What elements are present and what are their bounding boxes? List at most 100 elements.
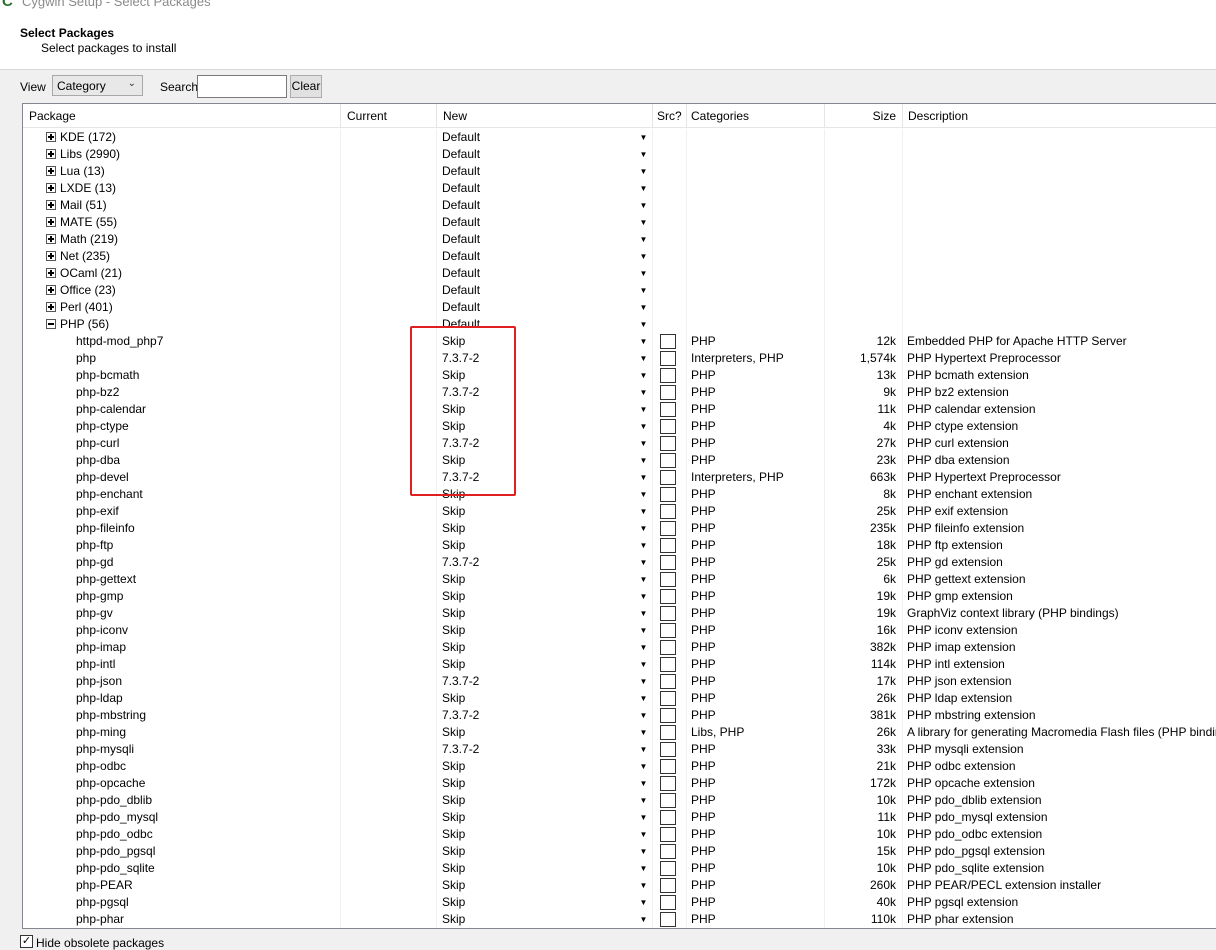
dropdown-arrow-icon[interactable]: ▼ xyxy=(636,181,651,196)
table-row[interactable]: php-json 7.3.7-2 PHP 17k PHP json extension ▼ xyxy=(23,673,1216,690)
dropdown-arrow-icon[interactable]: ▼ xyxy=(636,572,651,587)
dropdown-arrow-icon[interactable]: ▼ xyxy=(636,844,651,859)
src-checkbox[interactable] xyxy=(660,844,676,859)
new-action-select[interactable]: Skip xyxy=(437,758,653,775)
table-row[interactable]: php-ldap Skip PHP 26k PHP ldap extension ▼ xyxy=(23,690,1216,707)
new-action-select[interactable]: Skip xyxy=(437,605,653,622)
dropdown-arrow-icon[interactable]: ▼ xyxy=(636,402,651,417)
expand-icon[interactable] xyxy=(46,200,56,210)
table-row[interactable]: php-calendar Skip PHP 11k PHP calendar exten… xyxy=(23,401,1216,418)
new-action-select[interactable]: Skip xyxy=(437,520,653,537)
table-row[interactable]: php-curl 7.3.7-2 PHP 27k PHP curl extension ▼ xyxy=(23,435,1216,452)
src-checkbox[interactable] xyxy=(660,453,676,468)
view-select[interactable]: Category ⌄ xyxy=(52,75,143,96)
column-header-current[interactable]: Current xyxy=(341,104,437,128)
new-action-select[interactable]: Default xyxy=(437,231,653,248)
new-action-select[interactable]: Default xyxy=(437,129,653,146)
table-row[interactable]: php-pdo_sqlite Skip PHP 10k PHP pdo_sqlite e… xyxy=(23,860,1216,877)
clear-button[interactable]: Clear xyxy=(290,75,322,98)
table-row[interactable]: php-mbstring 7.3.7-2 PHP 381k PHP mbstring e… xyxy=(23,707,1216,724)
new-action-select[interactable]: Skip xyxy=(437,639,653,656)
dropdown-arrow-icon[interactable]: ▼ xyxy=(636,725,651,740)
table-row[interactable]: php-pdo_pgsql Skip PHP 15k PHP pdo_pgsql ext… xyxy=(23,843,1216,860)
dropdown-arrow-icon[interactable]: ▼ xyxy=(636,487,651,502)
category-row[interactable]: LXDE (13) Default ▼ xyxy=(23,180,1216,197)
src-checkbox[interactable] xyxy=(660,589,676,604)
src-checkbox[interactable] xyxy=(660,810,676,825)
dropdown-arrow-icon[interactable]: ▼ xyxy=(636,759,651,774)
src-checkbox[interactable] xyxy=(660,385,676,400)
dropdown-arrow-icon[interactable]: ▼ xyxy=(636,300,651,315)
new-action-select[interactable]: Skip xyxy=(437,486,653,503)
dropdown-arrow-icon[interactable]: ▼ xyxy=(636,334,651,349)
dropdown-arrow-icon[interactable]: ▼ xyxy=(636,555,651,570)
table-row[interactable]: php-enchant Skip PHP 8k PHP enchant extensio… xyxy=(23,486,1216,503)
table-row[interactable]: php-gettext Skip PHP 6k PHP gettext extensio… xyxy=(23,571,1216,588)
dropdown-arrow-icon[interactable]: ▼ xyxy=(636,810,651,825)
column-header-src[interactable]: Src? xyxy=(653,104,687,128)
new-action-select[interactable]: Skip xyxy=(437,809,653,826)
dropdown-arrow-icon[interactable]: ▼ xyxy=(636,385,651,400)
table-row[interactable]: php-ming Skip Libs, PHP 26k A library for ge… xyxy=(23,724,1216,741)
column-header-size[interactable]: Size xyxy=(825,104,903,128)
dropdown-arrow-icon[interactable]: ▼ xyxy=(636,708,651,723)
new-action-select[interactable]: 7.3.7-2 xyxy=(437,435,653,452)
table-row[interactable]: php-gd 7.3.7-2 PHP 25k PHP gd extension ▼ xyxy=(23,554,1216,571)
new-action-select[interactable]: Skip xyxy=(437,894,653,911)
new-action-select[interactable]: 7.3.7-2 xyxy=(437,707,653,724)
src-checkbox[interactable] xyxy=(660,504,676,519)
dropdown-arrow-icon[interactable]: ▼ xyxy=(636,368,651,383)
src-checkbox[interactable] xyxy=(660,674,676,689)
dropdown-arrow-icon[interactable]: ▼ xyxy=(636,912,651,927)
search-input[interactable] xyxy=(197,75,287,98)
expand-icon[interactable] xyxy=(46,251,56,261)
dropdown-arrow-icon[interactable]: ▼ xyxy=(636,861,651,876)
new-action-select[interactable]: Skip xyxy=(437,826,653,843)
column-header-description[interactable]: Description xyxy=(903,104,1216,128)
dropdown-arrow-icon[interactable]: ▼ xyxy=(636,283,651,298)
category-row[interactable]: Perl (401) Default ▼ xyxy=(23,299,1216,316)
src-checkbox[interactable] xyxy=(660,725,676,740)
dropdown-arrow-icon[interactable]: ▼ xyxy=(636,453,651,468)
src-checkbox[interactable] xyxy=(660,419,676,434)
category-row[interactable]: Mail (51) Default ▼ xyxy=(23,197,1216,214)
src-checkbox[interactable] xyxy=(660,742,676,757)
new-action-select[interactable]: Default xyxy=(437,282,653,299)
hide-obsolete-checkbox[interactable]: ✓ xyxy=(20,935,33,948)
category-row[interactable]: Office (23) Default ▼ xyxy=(23,282,1216,299)
expand-icon[interactable] xyxy=(46,149,56,159)
dropdown-arrow-icon[interactable]: ▼ xyxy=(636,504,651,519)
column-header-package[interactable]: Package xyxy=(23,104,341,128)
dropdown-arrow-icon[interactable]: ▼ xyxy=(636,232,651,247)
src-checkbox[interactable] xyxy=(660,912,676,927)
src-checkbox[interactable] xyxy=(660,640,676,655)
table-row[interactable]: php-pdo_mysql Skip PHP 11k PHP pdo_mysql ext… xyxy=(23,809,1216,826)
src-checkbox[interactable] xyxy=(660,657,676,672)
new-action-select[interactable]: 7.3.7-2 xyxy=(437,384,653,401)
src-checkbox[interactable] xyxy=(660,691,676,706)
category-row[interactable]: Lua (13) Default ▼ xyxy=(23,163,1216,180)
new-action-select[interactable]: Skip xyxy=(437,401,653,418)
new-action-select[interactable]: Default xyxy=(437,214,653,231)
new-action-select[interactable]: Default xyxy=(437,316,653,333)
new-action-select[interactable]: Default xyxy=(437,146,653,163)
expand-icon[interactable] xyxy=(46,217,56,227)
new-action-select[interactable]: Default xyxy=(437,248,653,265)
table-row[interactable]: php-dba Skip PHP 23k PHP dba extension ▼ xyxy=(23,452,1216,469)
column-header-new[interactable]: New xyxy=(437,104,653,128)
dropdown-arrow-icon[interactable]: ▼ xyxy=(636,606,651,621)
dropdown-arrow-icon[interactable]: ▼ xyxy=(636,640,651,655)
dropdown-arrow-icon[interactable]: ▼ xyxy=(636,895,651,910)
dropdown-arrow-icon[interactable]: ▼ xyxy=(636,164,651,179)
dropdown-arrow-icon[interactable]: ▼ xyxy=(636,674,651,689)
category-row[interactable]: MATE (55) Default ▼ xyxy=(23,214,1216,231)
dropdown-arrow-icon[interactable]: ▼ xyxy=(636,589,651,604)
table-row[interactable]: httpd-mod_php7 Skip PHP 12k Embedded PHP for… xyxy=(23,333,1216,350)
table-row[interactable]: php-pgsql Skip PHP 40k PHP pgsql extension ▼ xyxy=(23,894,1216,911)
table-row[interactable]: php-PEAR Skip PHP 260k PHP PEAR/PECL extensi… xyxy=(23,877,1216,894)
expand-icon[interactable] xyxy=(46,234,56,244)
table-row[interactable]: php-mysqli 7.3.7-2 PHP 33k PHP mysqli extens… xyxy=(23,741,1216,758)
src-checkbox[interactable] xyxy=(660,368,676,383)
category-row[interactable]: OCaml (21) Default ▼ xyxy=(23,265,1216,282)
new-action-select[interactable]: Default xyxy=(437,163,653,180)
